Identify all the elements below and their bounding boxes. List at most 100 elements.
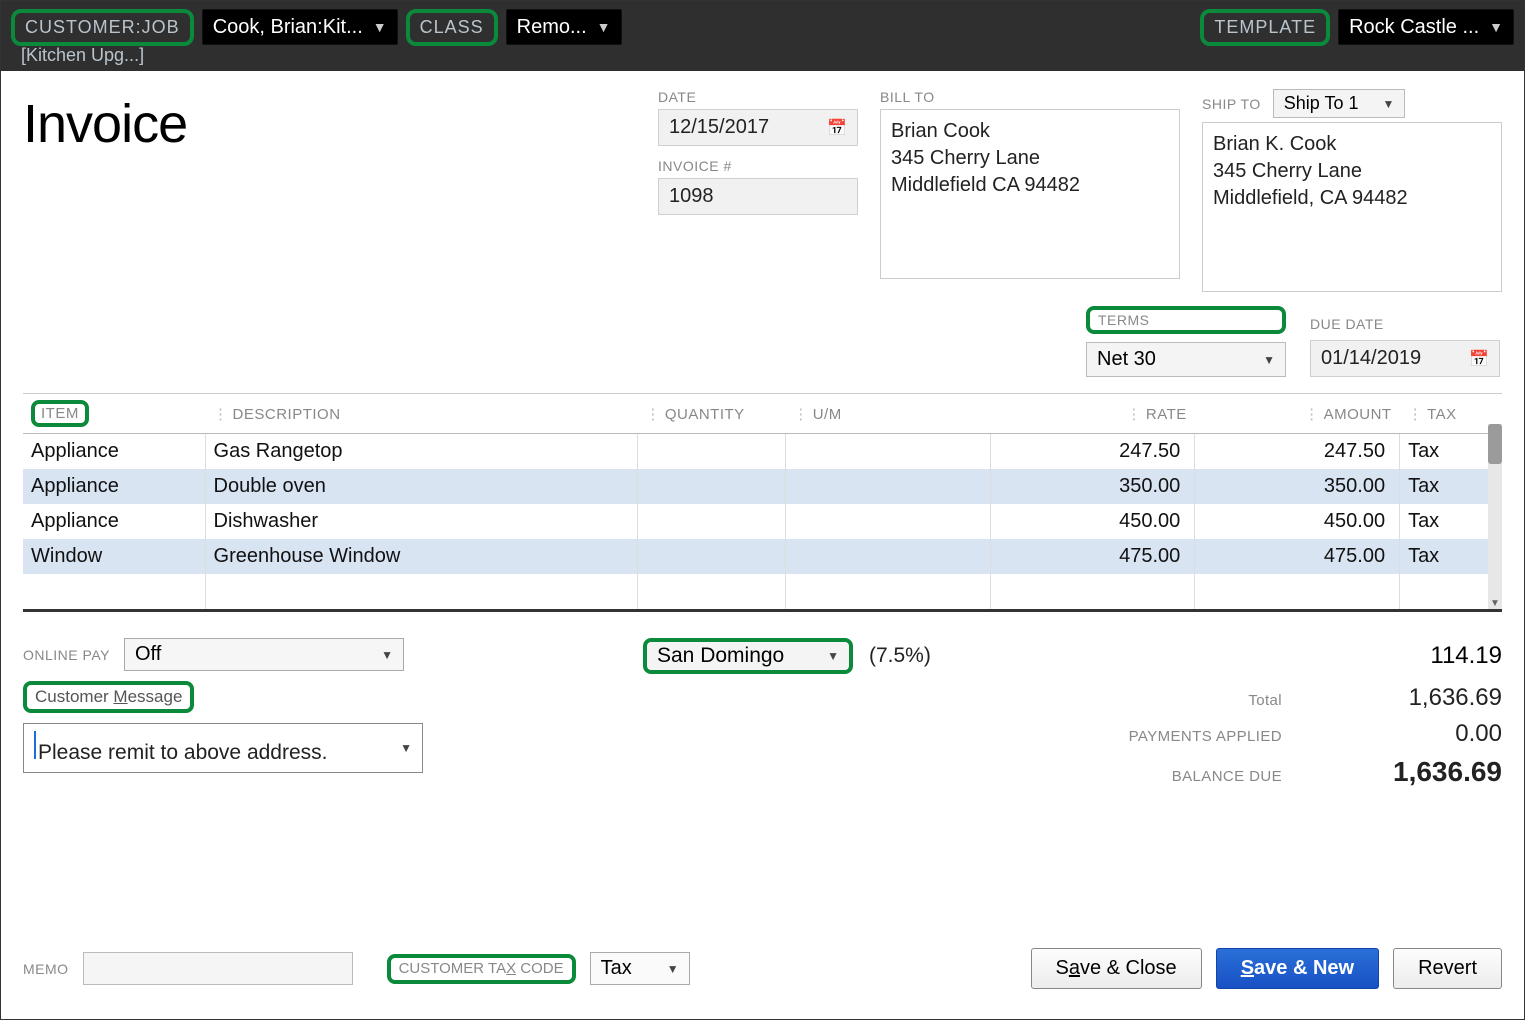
cell-um[interactable] [785, 469, 990, 504]
terms-select[interactable]: Net 30 ▼ [1086, 342, 1286, 377]
duedate-label: DUE DATE [1310, 316, 1500, 332]
cell-rate[interactable]: 350.00 [990, 469, 1195, 504]
calendar-icon[interactable]: 📅 [1469, 349, 1489, 369]
balance-due-label: BALANCE DUE [1062, 768, 1282, 785]
cell-um[interactable] [785, 434, 990, 470]
save-close-button[interactable]: Save & Close [1031, 948, 1202, 989]
col-quantity[interactable]: QUANTITY [637, 394, 785, 434]
duedate-field[interactable]: 01/14/2019 📅 [1310, 340, 1500, 377]
class-label: CLASS [406, 9, 498, 46]
shipto-select-value: Ship To 1 [1284, 93, 1359, 114]
cell-item[interactable]: Appliance [23, 504, 205, 539]
online-pay-value: Off [135, 643, 161, 666]
scrollbar-thumb[interactable] [1488, 424, 1502, 464]
tax-percent: (7.5%) [869, 644, 931, 668]
cell-rate[interactable]: 450.00 [990, 504, 1195, 539]
customer-message-select[interactable]: Please remit to above address. ▼ [23, 723, 423, 773]
cell-item[interactable]: Window [23, 539, 205, 574]
table-row[interactable]: ApplianceDouble oven350.00350.00Tax [23, 469, 1502, 504]
top-bar: CUSTOMER:JOB Cook, Brian:Kit... ▼ CLASS … [1, 1, 1524, 71]
col-tax[interactable]: TAX [1400, 394, 1502, 434]
tax-amount: 114.19 [1332, 642, 1502, 670]
caret-down-icon: ▼ [400, 741, 412, 755]
caret-down-icon: ▼ [1382, 97, 1394, 111]
date-field[interactable]: 12/15/2017 📅 [658, 109, 858, 146]
cell-item[interactable]: Appliance [23, 434, 205, 470]
vertical-scrollbar[interactable]: ▼ [1488, 424, 1502, 609]
cell-quantity[interactable] [637, 469, 785, 504]
main-area: Invoice DATE 12/15/2017 📅 INVOICE # 1098… [1, 71, 1524, 802]
online-pay-select[interactable]: Off ▼ [124, 638, 404, 671]
cell-tax[interactable]: Tax [1400, 539, 1502, 574]
cell-description[interactable]: Dishwasher [205, 504, 637, 539]
shipto-select[interactable]: Ship To 1 ▼ [1273, 89, 1406, 118]
cell-amount[interactable]: 247.50 [1195, 434, 1400, 470]
cell-amount[interactable]: 475.00 [1195, 539, 1400, 574]
cell-item[interactable]: Appliance [23, 469, 205, 504]
col-rate[interactable]: RATE [990, 394, 1195, 434]
cell-description[interactable]: Double oven [205, 469, 637, 504]
template-value: Rock Castle ... [1349, 16, 1479, 39]
table-row[interactable]: WindowGreenhouse Window475.00475.00Tax [23, 539, 1502, 574]
cell-um[interactable] [785, 504, 990, 539]
customer-tax-code-select[interactable]: Tax ▼ [590, 952, 690, 985]
customer-job-dropdown[interactable]: Cook, Brian:Kit... ▼ [202, 9, 398, 45]
cell-quantity[interactable] [637, 539, 785, 574]
date-value: 12/15/2017 [669, 116, 769, 139]
cell-rate[interactable]: 475.00 [990, 539, 1195, 574]
line-items-table: ITEM DESCRIPTION QUANTITY U/M RATE AMOUN… [23, 393, 1502, 612]
billto-address[interactable]: Brian Cook 345 Cherry Lane Middlefield C… [880, 109, 1180, 279]
memo-label: MEMO [23, 961, 69, 977]
total-label: Total [1062, 692, 1282, 709]
payments-applied-value: 0.00 [1332, 720, 1502, 748]
shipto-label: SHIP TO [1202, 96, 1261, 112]
cell-tax[interactable]: Tax [1400, 504, 1502, 539]
invoice-number-field[interactable]: 1098 [658, 178, 858, 215]
page-title: Invoice [23, 93, 187, 155]
customer-message-label: Customer Message [35, 687, 182, 706]
cell-description[interactable]: Gas Rangetop [205, 434, 637, 470]
tax-item-value: San Domingo [657, 644, 784, 668]
table-row-empty[interactable] [23, 574, 1502, 609]
save-new-button[interactable]: Save & New [1216, 948, 1379, 989]
caret-down-icon: ▼ [597, 19, 611, 35]
tax-item-select[interactable]: San Domingo ▼ [643, 638, 853, 674]
date-label: DATE [658, 89, 858, 105]
duedate-value: 01/14/2019 [1321, 347, 1421, 370]
cell-tax[interactable]: Tax [1400, 434, 1502, 470]
customer-job-value: Cook, Brian:Kit... [213, 16, 363, 39]
caret-down-icon: ▼ [1263, 353, 1275, 367]
class-dropdown[interactable]: Remo... ▼ [506, 9, 622, 45]
cell-quantity[interactable] [637, 504, 785, 539]
shipto-address[interactable]: Brian K. Cook 345 Cherry Lane Middlefiel… [1202, 122, 1502, 292]
cell-amount[interactable]: 350.00 [1195, 469, 1400, 504]
col-um[interactable]: U/M [785, 394, 990, 434]
caret-down-icon: ▼ [667, 962, 679, 976]
billto-label: BILL TO [880, 89, 1180, 105]
table-row[interactable]: ApplianceGas Rangetop247.50247.50Tax [23, 434, 1502, 470]
caret-down-icon: ▼ [1489, 19, 1503, 35]
cell-um[interactable] [785, 539, 990, 574]
calendar-icon[interactable]: 📅 [827, 118, 847, 138]
online-pay-label: ONLINE PAY [23, 647, 110, 663]
terms-value: Net 30 [1097, 348, 1156, 371]
cell-rate[interactable]: 247.50 [990, 434, 1195, 470]
memo-input[interactable] [83, 952, 353, 985]
table-row[interactable]: ApplianceDishwasher450.00450.00Tax [23, 504, 1502, 539]
caret-down-icon: ▼ [827, 649, 839, 663]
col-description[interactable]: DESCRIPTION [205, 394, 637, 434]
invoice-number-value: 1098 [669, 185, 714, 208]
terms-label: TERMS [1086, 306, 1286, 334]
col-amount[interactable]: AMOUNT [1195, 394, 1400, 434]
scroll-down-icon[interactable]: ▼ [1488, 598, 1502, 609]
revert-button[interactable]: Revert [1393, 948, 1502, 989]
col-item[interactable]: ITEM [23, 394, 205, 434]
balance-due-value: 1,636.69 [1332, 756, 1502, 788]
cell-quantity[interactable] [637, 434, 785, 470]
template-label: TEMPLATE [1200, 9, 1330, 46]
cell-description[interactable]: Greenhouse Window [205, 539, 637, 574]
cell-amount[interactable]: 450.00 [1195, 504, 1400, 539]
customer-job-label: CUSTOMER:JOB [11, 9, 194, 46]
cell-tax[interactable]: Tax [1400, 469, 1502, 504]
template-dropdown[interactable]: Rock Castle ... ▼ [1338, 9, 1514, 45]
